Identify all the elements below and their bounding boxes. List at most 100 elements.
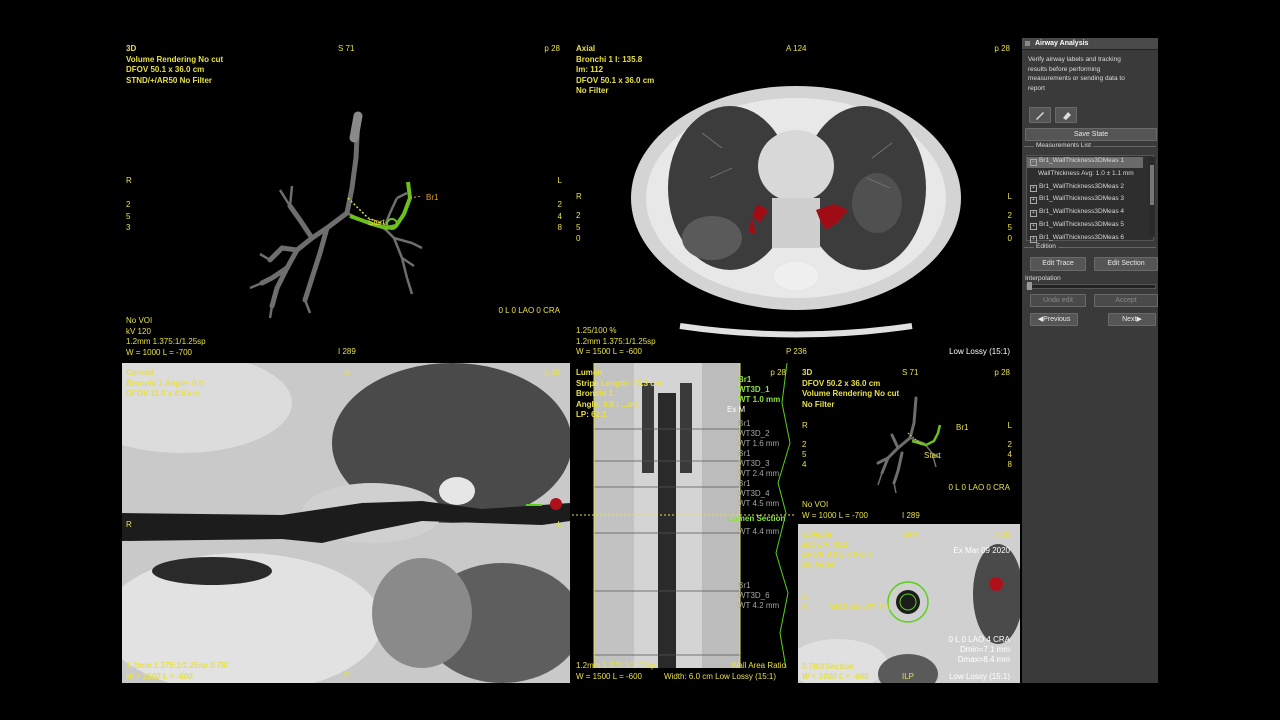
eraser-tool-button[interactable] [1055, 107, 1077, 123]
lumen-ex: Ex M [727, 405, 746, 414]
oblique-info-bottom-left: 0.78/XSection W = 1000 L = -600 [802, 662, 869, 681]
axial-orient-top: A 124 [786, 44, 807, 53]
lumen-section-label: Lumen Section [728, 514, 786, 523]
curved-orient-top: A [344, 368, 350, 377]
collapse-icon[interactable]: − [1030, 159, 1037, 166]
lumen-measure-labels-3: Br1 WT3D_6 WT 4.2 mm [738, 581, 780, 610]
axial-page: p 28 [994, 44, 1010, 53]
axial-orient-left: R [576, 192, 582, 201]
panel-collapse-icon[interactable] [1025, 41, 1030, 46]
axial-title: Axial [576, 44, 596, 53]
interpolation-label: Interpolation [1025, 275, 1061, 282]
expand-icon[interactable]: + [1030, 235, 1037, 243]
lumen-width: Width: 6.0 cm Low Lossy (15:1) [664, 672, 777, 681]
panel-instructions: Verify airway labels and tracking result… [1028, 56, 1125, 92]
measurement-item[interactable]: − Br1_WallThickness3DMeas 1 [1030, 157, 1124, 166]
small3d-right-scale: 2 4 8 [1007, 440, 1012, 469]
accept-button[interactable]: Accept [1094, 294, 1158, 307]
oblique-title: Oblique [802, 530, 832, 539]
pencil-icon [1036, 112, 1044, 120]
viewport-small-3d[interactable]: 3D DFOV 50.2 x 36.0 cm Volume Rendering … [798, 363, 1020, 522]
next-button[interactable]: Next▶ [1108, 313, 1156, 326]
eraser-icon [1063, 112, 1071, 120]
expand-icon[interactable]: + [1030, 223, 1037, 230]
small3d-info-top-left: 3D DFOV 50.2 x 36.0 cm Volume Rendering … [802, 368, 900, 409]
expand-icon[interactable]: + [1030, 210, 1037, 218]
measurement-label: Br1_WallThickness3DMeas 2 [1039, 182, 1125, 190]
axial-orient-right: L [1007, 192, 1012, 201]
axial-compression: Low Lossy (15:1) [949, 347, 1010, 356]
oblique-info-top-left: Oblique Br1 LP: 62.1 DFOV 9.0 x 7.0 cm N… [802, 530, 872, 569]
oblique-page: p 28 [994, 530, 1010, 539]
save-state-button[interactable]: Save State [1025, 128, 1157, 141]
curved-orient-left: R [126, 520, 132, 529]
vp3d-orient-bottom: I 289 [338, 347, 356, 356]
small3d-label-br1: Br1 [956, 423, 969, 432]
measurement-item[interactable]: + Br1_WallThickness3DMeas 2 [1030, 183, 1124, 192]
viewport-axial[interactable]: Axial Bronchi 1 I: 135.8 Im: 112 DFOV 50… [572, 38, 1020, 360]
viewport-3d[interactable]: 3D Volume Rendering No cut DFOV 50.1 x 3… [122, 38, 570, 360]
expand-icon[interactable]: + [1030, 197, 1037, 205]
viewport-oblique[interactable]: Oblique Br1 LP: 62.1 DFOV 9.0 x 7.0 cm N… [798, 524, 1020, 683]
measurement-label: Br1_WallThickness3DMeas 1 [1039, 157, 1125, 164]
curved-page: p 28 [544, 368, 560, 377]
measurement-item[interactable]: + Br1_WallThickness3DMeas 3 [1030, 195, 1125, 205]
small3d-left-scale: 2 5 4 [802, 440, 807, 469]
lumen-wt5: WT 4.4 mm [738, 527, 780, 536]
vp3d-info-top-left: 3D Volume Rendering No cut DFOV 50.1 x 3… [126, 44, 223, 86]
oblique-date: Ex Mar 09 2020 [953, 546, 1010, 555]
oblique-orient-left: A R [802, 592, 808, 611]
oblique-orient-bottom: ILP [902, 672, 915, 681]
axial-info-top-left: Axial Bronchi 1 I: 135.8 Im: 112 DFOV 50… [576, 44, 655, 95]
small3d-orient-left: R [802, 421, 808, 430]
measurements-header: Measurements List [1024, 142, 1156, 154]
axial-info-bottom-left: 1.25/100 % 1.2mm 1.375:1/1.25sp W = 1500… [576, 326, 656, 356]
list-scrollbar[interactable] [1149, 157, 1155, 237]
next-arrow-icon: ▶ [1136, 316, 1142, 323]
pencil-tool-button[interactable] [1029, 107, 1051, 123]
edit-trace-button[interactable]: Edit Trace [1030, 257, 1086, 271]
curved-orient-bottom: P [344, 671, 350, 680]
viewport-lumen[interactable]: Lumen Stripe Length: 13.3 cm Bronchi 1 A… [572, 363, 796, 683]
measurement-label: Br1_WallThickness3DMeas 4 [1039, 208, 1125, 216]
measurement-label: Br1_WallThickness3DMeas 3 [1039, 195, 1125, 203]
previous-button[interactable]: ◀Previous [1030, 313, 1078, 326]
measurement-item[interactable]: + Br1_WallThickness3DMeas 4 [1030, 208, 1125, 218]
vp3d-orient-left: R [126, 176, 132, 185]
vp3d-info-bottom-left: No VOI kV 120 1.2mm 1.375:1/1.25sp W = 1… [126, 316, 206, 357]
measurement-item[interactable]: + Br1_WallThickness3DMeas 5 [1030, 221, 1124, 230]
measurement-label: Br1_WallThickness3DMeas 5 [1039, 221, 1125, 228]
small3d-page: p 28 [994, 368, 1010, 377]
oblique-orient-top: SRA [902, 530, 919, 539]
small3d-angles: 0 L 0 LAO 0 CRA [948, 483, 1010, 492]
measurement-item[interactable]: + Br1_WallThickness3DMeas 6 [1030, 234, 1124, 243]
vp3d-orient-top: S 71 [338, 44, 355, 53]
small3d-info-bottom-left: No VOI W = 1000 L = -700 [802, 500, 868, 520]
small3d-label-start: Start [924, 451, 941, 460]
vp3d-orient-right: L [557, 176, 562, 185]
curved-title: Curved [126, 368, 154, 377]
measurement-summary[interactable]: WallThickness Avg: 1.0 ± 1.1 mm [1038, 170, 1134, 177]
undo-edit-button[interactable]: Undo edit [1030, 294, 1086, 307]
interpolation-slider[interactable] [1026, 282, 1156, 290]
curved-info-bottom-left: 1.2mm 1.375:1/1.25sp 0.78/ W = 1500 L = … [126, 661, 228, 681]
small3d-title: 3D [802, 368, 813, 377]
lumen-title: Lumen [576, 368, 603, 377]
lumen-info-bottom-left: 1.2mm 1.375:1/1.25sp W = 1500 L = -600 [576, 661, 656, 681]
measurement-label: Br1_WallThickness3DMeas 6 [1039, 233, 1125, 241]
interpolation-slider-thumb[interactable] [1027, 282, 1032, 290]
vp3d-title: 3D [126, 44, 137, 53]
curved-reformat-image [122, 363, 570, 683]
edit-section-button[interactable]: Edit Section [1094, 257, 1158, 271]
measurement-label: WallThickness Avg: 1.0 ± 1.1 mm [1038, 169, 1134, 177]
vp3d-label-start: Start [368, 218, 385, 227]
vp3d-line-2: DFOV 50.1 x 36.0 cm [126, 65, 205, 74]
scrollbar-thumb[interactable] [1150, 165, 1154, 205]
edition-header: Edition [1024, 243, 1156, 255]
viewport-curved[interactable]: Curved Bronchi 1 Angle: 0.0 DFOV 11.0 x … [122, 363, 570, 683]
axial-right-scale: 2 5 0 [1007, 211, 1012, 243]
vp3d-page: p 28 [544, 44, 560, 53]
expand-icon[interactable]: + [1030, 184, 1037, 192]
vp3d-line-3: STND/+/AR50 No Filter [126, 75, 213, 85]
axial-orient-bottom: P 236 [786, 347, 807, 356]
